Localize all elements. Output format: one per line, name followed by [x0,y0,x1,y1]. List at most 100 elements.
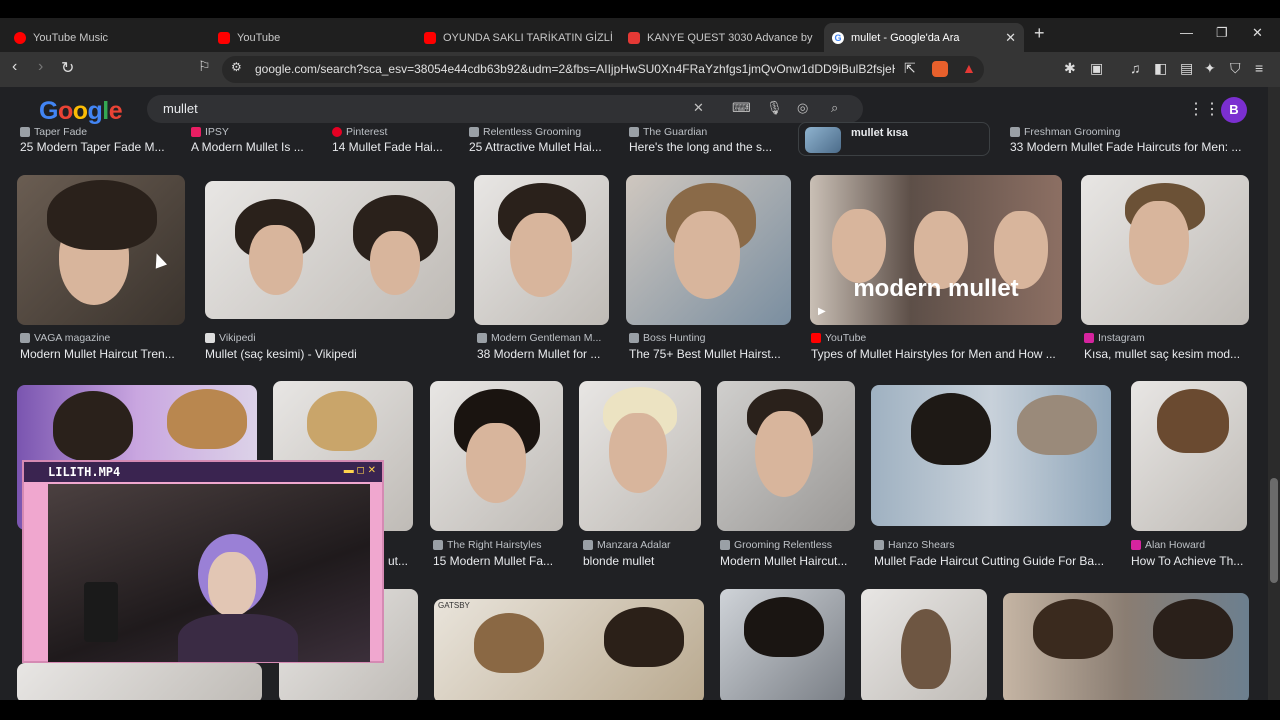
result-image[interactable] [430,381,563,531]
result-image[interactable] [1131,381,1247,531]
result-title[interactable]: Here's the long and the s... [629,140,779,154]
tab-label: KANYE QUEST 3030 Advance by Con [647,31,816,44]
result-source: Alan Howard [1131,539,1251,551]
keyboard-icon[interactable]: ⌨ [732,100,751,116]
result-title[interactable]: Mullet (saç kesimi) - Vikipedi [205,347,455,361]
result-title[interactable]: 25 Modern Taper Fade M... [20,140,170,154]
vpn-icon[interactable]: ⛉ [1230,60,1241,77]
wikipedia-icon [205,333,215,343]
tab-youtube[interactable]: YouTube [210,23,410,52]
result-image[interactable] [579,381,701,531]
site-icon [629,127,639,137]
result-image[interactable]: modern mullet ▶ [810,175,1062,325]
tab-strip: YouTube Music YouTube OYUNDA SAKLI TARİK… [0,18,1280,52]
new-tab-button[interactable]: + [1034,23,1045,44]
result-title[interactable]: ut... [388,554,418,568]
result-title[interactable]: A Modern Mullet Is ... [191,140,311,154]
result-image[interactable] [474,175,609,325]
result-image[interactable]: GATSBY [434,599,704,700]
sidebar-icon[interactable]: ◧ [1154,60,1167,77]
site-icon [433,540,443,550]
result-title[interactable]: 38 Modern Mullet for ... [477,347,617,361]
url-text[interactable]: google.com/search?sca_esv=38054e44cdb63b… [255,62,895,76]
result-title[interactable]: Mullet Fade Haircut Cutting Guide For Ba… [874,554,1112,568]
result-title[interactable]: Modern Mullet Haircut... [720,554,855,568]
brave-rewards-icon[interactable]: ▲ [962,60,976,76]
result-source: VAGA magazine [20,332,190,344]
tab-google-search[interactable]: G mullet - Google'da Ara ✕ [824,23,1024,52]
instagram-icon [1084,333,1094,343]
result-title[interactable]: 33 Modern Mullet Fade Haircuts for Men: … [1010,140,1250,154]
close-tab-icon[interactable]: ✕ [1005,30,1016,46]
restore-icon[interactable]: ❐ [1216,25,1228,41]
result-image[interactable] [626,175,791,325]
google-apps-icon[interactable]: ⋮⋮ [1188,99,1220,119]
site-icon [20,127,30,137]
brave-shield-icon[interactable] [932,61,948,77]
chip-image [805,127,841,153]
leo-icon[interactable]: ✦ [1204,60,1216,77]
result-title[interactable]: blonde mullet [583,554,701,568]
result-image[interactable] [205,181,455,319]
result-image[interactable] [1081,175,1249,325]
tab-kanye-quest[interactable]: KANYE QUEST 3030 Advance by Con [620,23,816,52]
result-image[interactable] [17,663,262,700]
result-title[interactable]: 15 Modern Mullet Fa... [433,554,563,568]
search-query[interactable]: mullet [163,101,198,116]
site-icon [720,540,730,550]
scrollbar-thumb[interactable] [1270,478,1278,583]
result-title[interactable]: How To Achieve Th... [1131,554,1249,568]
tab-label: OYUNDA SAKLI TARİKATIN GİZLİ SIRR [443,31,612,44]
menu-icon[interactable]: ≡ [1255,60,1263,76]
result-image[interactable] [720,589,845,700]
result-title[interactable]: 14 Mullet Fade Hai... [332,140,452,154]
screenshot-icon[interactable]: ▣ [1090,60,1103,77]
video-title: LILITH.MP4 [48,465,121,479]
site-info-icon[interactable]: ⚙ [231,60,242,74]
game-icon [628,31,640,44]
google-logo[interactable]: Google [39,97,123,126]
pinterest-icon [332,127,342,137]
result-source: Relentless Grooming [469,126,619,138]
top-black-bar [0,0,1280,18]
result-title[interactable]: Types of Mullet Hairstyles for Men and H… [811,347,1063,361]
tab-oyunda[interactable]: OYUNDA SAKLI TARİKATIN GİZLİ SIRR [416,23,612,52]
lens-icon[interactable]: ◎ [797,100,808,116]
bookmark-icon[interactable]: ⚐ [198,58,211,75]
reload-icon[interactable]: ↻ [61,58,74,78]
search-box[interactable]: mullet ✕ ⌨ 🎙 ◎ ⌕ [147,95,863,123]
result-image[interactable] [1003,593,1249,700]
result-image[interactable] [861,589,987,700]
result-source: Hanzo Shears [874,539,1024,551]
site-icon [1010,127,1020,137]
media-icon[interactable]: ♫ [1130,60,1141,76]
result-source: IPSY [191,126,321,138]
related-search-chip[interactable]: mullet kısa [798,122,990,156]
tab-label: YouTube [237,31,281,44]
tab-youtube-music[interactable]: YouTube Music [6,23,206,52]
tab-label: YouTube Music [33,31,109,44]
microphone-icon[interactable]: 🎙 [766,100,783,116]
clear-icon[interactable]: ✕ [693,100,704,116]
forward-icon[interactable]: › [38,58,43,76]
search-icon[interactable]: ⌕ [831,100,838,116]
result-title[interactable]: Modern Mullet Haircut Tren... [20,347,185,361]
avatar[interactable]: B [1221,97,1247,123]
back-icon[interactable]: ‹ [12,58,17,76]
result-title[interactable]: 25 Attractive Mullet Hai... [469,140,614,154]
play-icon: ▶ [818,306,826,317]
close-window-icon[interactable]: ✕ [1252,25,1263,41]
result-image[interactable] [717,381,855,531]
result-title[interactable]: Kısa, mullet saç kesim mod... [1084,347,1249,361]
result-image[interactable] [871,385,1111,526]
result-source: Taper Fade [20,126,190,138]
result-image[interactable] [17,175,185,325]
site-icon [191,127,201,137]
share-icon[interactable]: ⇱ [904,60,916,77]
extensions-icon[interactable]: ✱ [1064,60,1076,77]
minimize-icon[interactable]: — [1180,25,1193,40]
result-source: Instagram [1084,332,1254,344]
result-title[interactable]: The 75+ Best Mullet Hairst... [629,347,791,361]
wallet-icon[interactable]: ▤ [1180,60,1193,77]
page-scrollbar[interactable] [1268,87,1280,700]
